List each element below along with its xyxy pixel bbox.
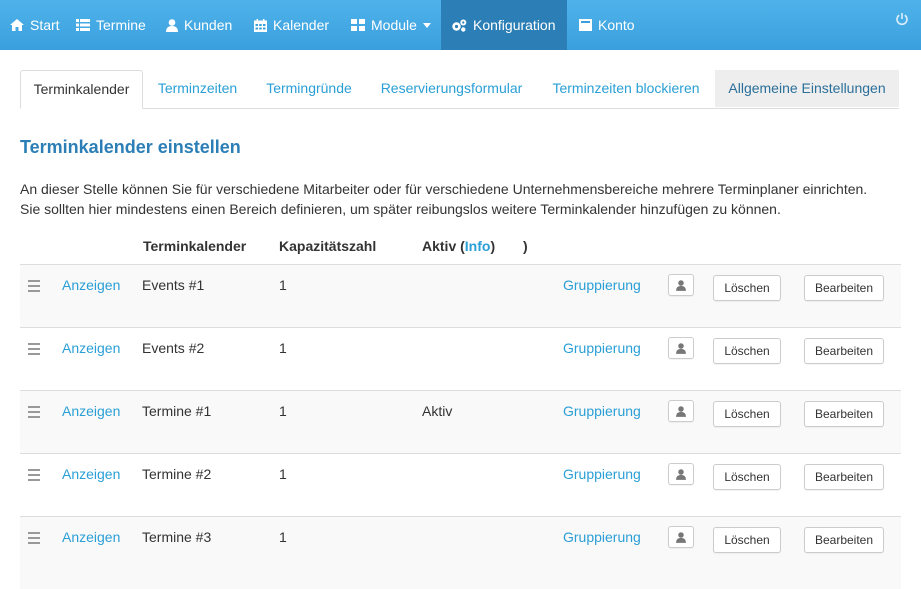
header-aktiv-label: Aktiv ( — [422, 238, 465, 254]
header-info-link[interactable]: Info — [465, 238, 491, 254]
grouping-link[interactable]: Gruppierung — [563, 466, 641, 482]
user-icon — [676, 405, 686, 417]
list-icon — [76, 19, 90, 31]
show-link[interactable]: Anzeigen — [62, 403, 120, 419]
drag-handle-icon[interactable] — [28, 469, 40, 484]
drag-handle-icon[interactable] — [28, 343, 40, 358]
edit-button[interactable]: Bearbeiten — [804, 464, 884, 490]
table-row: Anzeigen Events #2 1 Gruppierung Löschen… — [20, 327, 901, 391]
tab-reservierungsformular[interactable]: Reservierungsformular — [367, 70, 536, 107]
description-line-2: Sie sollten hier mindestens einen Bereic… — [20, 201, 781, 217]
user-button[interactable] — [668, 274, 694, 296]
page-title: Terminkalender einstellen — [20, 137, 241, 157]
nav-konto-label: Konto — [598, 17, 635, 33]
header-aktiv-close: ) — [490, 238, 496, 254]
user-icon — [676, 342, 686, 354]
nav-termine-label: Termine — [96, 17, 146, 33]
nav-module[interactable]: Module — [351, 0, 431, 50]
header-extra: ) — [523, 238, 528, 254]
tab-terminzeiten-blockieren[interactable]: Terminzeiten blockieren — [540, 70, 712, 107]
header-aktiv: Aktiv (Info) — [422, 238, 495, 254]
calendar-name: Termine #2 — [142, 466, 212, 482]
table-row: Anzeigen Events #1 1 Gruppierung Löschen… — [20, 264, 901, 328]
show-link[interactable]: Anzeigen — [62, 529, 120, 545]
edit-button[interactable]: Bearbeiten — [804, 401, 884, 427]
delete-button[interactable]: Löschen — [713, 401, 781, 427]
delete-button[interactable]: Löschen — [713, 338, 781, 364]
nav-start-label: Start — [30, 17, 60, 33]
user-icon — [676, 279, 686, 291]
edit-button[interactable]: Bearbeiten — [804, 275, 884, 301]
edit-button[interactable]: Bearbeiten — [804, 527, 884, 553]
nav-kalender-label: Kalender — [273, 17, 330, 33]
active-value: Aktiv — [422, 403, 453, 419]
grid-icon — [351, 19, 365, 31]
table-row: Anzeigen Termine #1 1 Aktiv Gruppierung … — [20, 390, 901, 454]
header-terminkalender: Terminkalender — [143, 238, 247, 254]
tab-terminzeiten[interactable]: Terminzeiten — [144, 70, 251, 107]
calendar-name: Events #1 — [142, 277, 205, 293]
user-icon — [166, 18, 178, 32]
nav-kunden[interactable]: Kunden — [166, 0, 232, 50]
user-button[interactable] — [668, 400, 694, 422]
user-button[interactable] — [668, 526, 694, 548]
capacity-value: 1 — [279, 466, 287, 482]
tab-termingruende[interactable]: Termingründe — [254, 70, 364, 107]
calendar-icon — [254, 18, 267, 32]
header-kapazitaetszahl: Kapazitätszahl — [279, 238, 377, 254]
nav-konfiguration[interactable]: Konfiguration — [441, 0, 567, 50]
power-icon[interactable] — [895, 12, 909, 29]
calendar-name: Events #2 — [142, 340, 205, 356]
nav-konto[interactable]: Konto — [579, 0, 635, 50]
nav-kalender[interactable]: Kalender — [254, 0, 329, 50]
grouping-link[interactable]: Gruppierung — [563, 403, 641, 419]
home-icon — [10, 19, 24, 31]
tab-allgemeine-einstellungen[interactable]: Allgemeine Einstellungen — [715, 70, 899, 107]
show-link[interactable]: Anzeigen — [62, 277, 120, 293]
nav-termine[interactable]: Termine — [76, 0, 146, 50]
capacity-value: 1 — [279, 529, 287, 545]
drag-handle-icon[interactable] — [28, 532, 40, 547]
table-row: Anzeigen Termine #3 1 Gruppierung Lösche… — [20, 516, 901, 589]
capacity-value: 1 — [279, 340, 287, 356]
caret-down-icon — [422, 22, 431, 28]
calendar-name: Termine #3 — [142, 529, 212, 545]
top-navbar: Start Termine Kunden Kalender Module Kon… — [0, 0, 921, 50]
grouping-link[interactable]: Gruppierung — [563, 277, 641, 293]
show-link[interactable]: Anzeigen — [62, 340, 120, 356]
delete-button[interactable]: Löschen — [713, 464, 781, 490]
calendar-name: Termine #1 — [142, 403, 212, 419]
grouping-link[interactable]: Gruppierung — [563, 340, 641, 356]
nav-start[interactable]: Start — [10, 0, 60, 50]
capacity-value: 1 — [279, 277, 287, 293]
show-link[interactable]: Anzeigen — [62, 466, 120, 482]
drag-handle-icon[interactable] — [28, 406, 40, 421]
nav-konfiguration-label: Konfiguration — [473, 17, 556, 33]
user-icon — [676, 531, 686, 543]
drag-handle-icon[interactable] — [28, 280, 40, 295]
config-tabs: Terminkalender Terminzeiten Termingründe… — [20, 70, 899, 109]
table-row: Anzeigen Termine #2 1 Gruppierung Lösche… — [20, 453, 901, 517]
description-line-1: An dieser Stelle können Sie für verschie… — [20, 181, 868, 197]
nav-kunden-label: Kunden — [184, 17, 233, 33]
page-description: An dieser Stelle können Sie für verschie… — [20, 179, 905, 219]
user-button[interactable] — [668, 463, 694, 485]
capacity-value: 1 — [279, 403, 287, 419]
grouping-link[interactable]: Gruppierung — [563, 529, 641, 545]
gears-icon — [452, 19, 467, 32]
nav-module-label: Module — [371, 17, 417, 33]
delete-button[interactable]: Löschen — [713, 275, 781, 301]
delete-button[interactable]: Löschen — [713, 527, 781, 553]
account-icon — [579, 19, 592, 31]
user-button[interactable] — [668, 337, 694, 359]
tab-terminkalender[interactable]: Terminkalender — [20, 70, 143, 109]
edit-button[interactable]: Bearbeiten — [804, 338, 884, 364]
user-icon — [676, 468, 686, 480]
